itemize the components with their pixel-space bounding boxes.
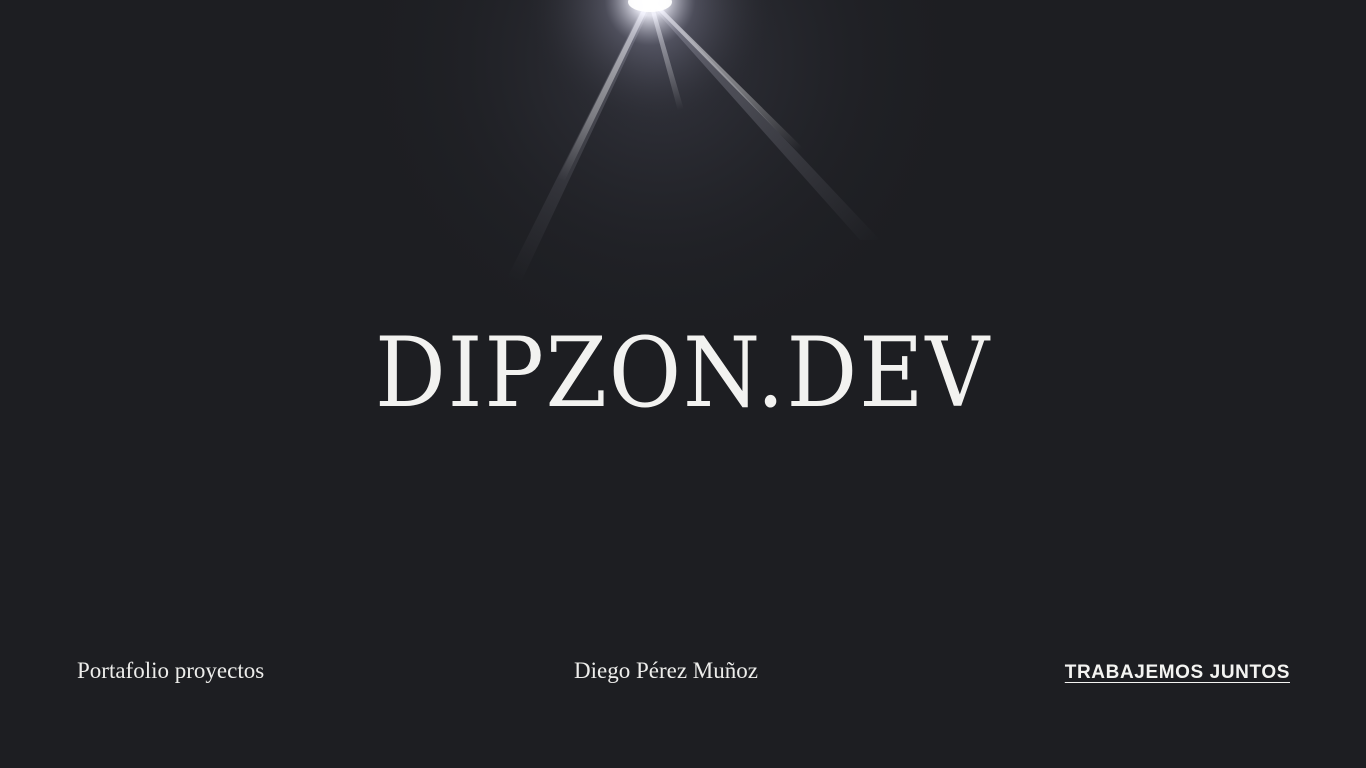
brand-title: DIPZON.DEV bbox=[374, 317, 992, 429]
author-name: Diego Pérez Muñoz bbox=[574, 658, 758, 683]
footer-row: Portafolio proyectos Diego Pérez Muñoz T… bbox=[0, 656, 1366, 692]
light-flare-decoration bbox=[330, 0, 990, 320]
work-together-link[interactable]: TRABAJEMOS JUNTOS bbox=[1065, 662, 1290, 684]
portfolio-link[interactable]: Portafolio proyectos bbox=[77, 658, 264, 684]
